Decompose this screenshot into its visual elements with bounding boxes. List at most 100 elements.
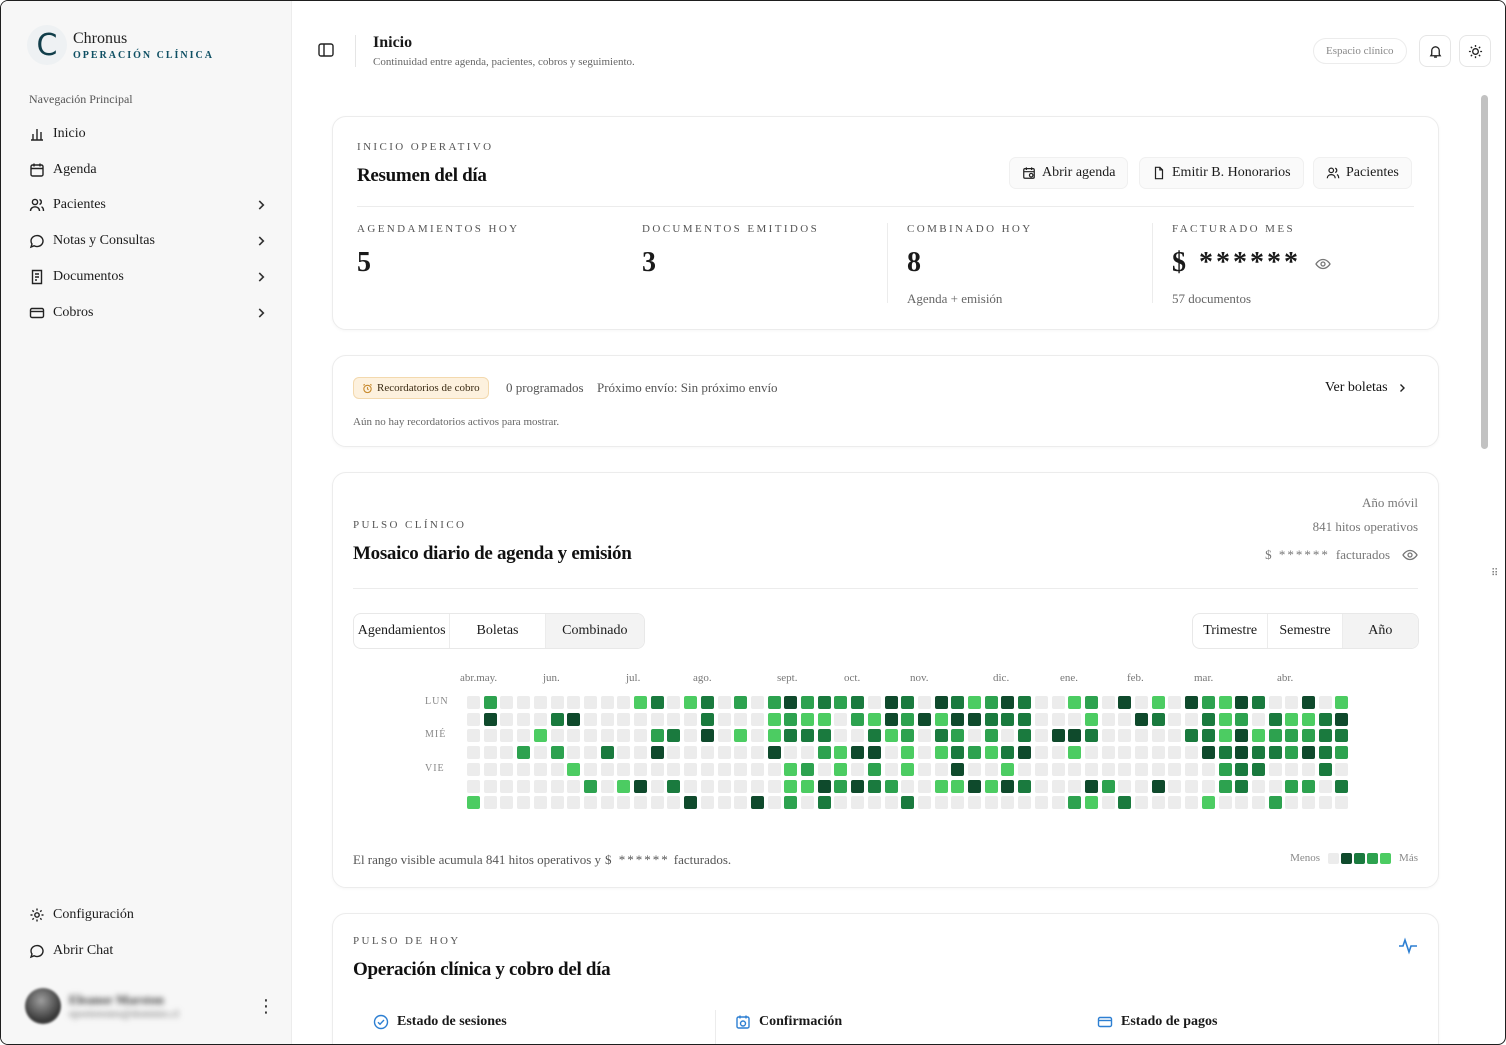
- heatmap-cell[interactable]: [1001, 712, 1015, 726]
- heatmap-cell[interactable]: [1034, 712, 1048, 726]
- workspace-button[interactable]: Espacio clínico: [1313, 38, 1407, 64]
- heatmap-cell[interactable]: [1285, 796, 1299, 810]
- heatmap-cell[interactable]: [1235, 779, 1249, 793]
- heatmap-cell[interactable]: [851, 746, 865, 760]
- heatmap-cell[interactable]: [550, 746, 564, 760]
- heatmap-cell[interactable]: [1235, 762, 1249, 776]
- heatmap-cell[interactable]: [1001, 779, 1015, 793]
- sidebar-item-documentos[interactable]: Documentos: [21, 259, 276, 295]
- heatmap-cell[interactable]: [1101, 729, 1115, 743]
- heatmap-cell[interactable]: [951, 746, 965, 760]
- heatmap-cell[interactable]: [517, 746, 531, 760]
- heatmap-cell[interactable]: [1001, 729, 1015, 743]
- heatmap-cell[interactable]: [1185, 696, 1199, 709]
- heatmap-cell[interactable]: [1118, 712, 1132, 726]
- heatmap-cell[interactable]: [567, 779, 581, 793]
- heatmap-cell[interactable]: [1235, 746, 1249, 760]
- heatmap-cell[interactable]: [784, 729, 798, 743]
- heatmap-cell[interactable]: [533, 762, 547, 776]
- heatmap-cell[interactable]: [467, 712, 480, 726]
- patients-button[interactable]: Pacientes: [1313, 157, 1412, 189]
- heatmap-cell[interactable]: [600, 762, 614, 776]
- heatmap-cell[interactable]: [1051, 779, 1065, 793]
- heatmap-cell[interactable]: [1135, 796, 1148, 810]
- heatmap-cell[interactable]: [884, 729, 898, 743]
- heatmap-cell[interactable]: [700, 796, 714, 810]
- heatmap-cell[interactable]: [1251, 712, 1265, 726]
- heatmap-cell[interactable]: [901, 712, 915, 726]
- heatmap-cell[interactable]: [1068, 746, 1082, 760]
- heatmap-cell[interactable]: [667, 779, 681, 793]
- heatmap-cell[interactable]: [684, 779, 698, 793]
- heatmap-cell[interactable]: [567, 712, 581, 726]
- heatmap-cell[interactable]: [917, 746, 931, 760]
- heatmap-cell[interactable]: [600, 746, 614, 760]
- heatmap-cell[interactable]: [650, 712, 664, 726]
- heatmap-cell[interactable]: [1185, 712, 1199, 726]
- heatmap-cell[interactable]: [1051, 796, 1065, 810]
- heatmap-cell[interactable]: [567, 696, 581, 709]
- sidebar-bottom-item-abrir-chat[interactable]: Abrir Chat: [21, 933, 276, 969]
- heatmap-cell[interactable]: [1151, 779, 1165, 793]
- heatmap-cell[interactable]: [1034, 746, 1048, 760]
- heatmap-cell[interactable]: [1034, 696, 1048, 709]
- heatmap-cell[interactable]: [784, 762, 798, 776]
- heatmap-cell[interactable]: [917, 796, 931, 810]
- heatmap-cell[interactable]: [717, 796, 731, 810]
- heatmap-cell[interactable]: [483, 696, 497, 709]
- heatmap-cell[interactable]: [667, 762, 681, 776]
- heatmap-cell[interactable]: [1101, 796, 1115, 810]
- heatmap-cell[interactable]: [533, 712, 547, 726]
- heatmap-cell[interactable]: [1218, 729, 1232, 743]
- heatmap-cell[interactable]: [1051, 712, 1065, 726]
- heatmap-cell[interactable]: [767, 746, 781, 760]
- heatmap-cell[interactable]: [851, 696, 865, 709]
- heatmap-cell[interactable]: [817, 779, 831, 793]
- heatmap-cell[interactable]: [617, 746, 631, 760]
- heatmap-cell[interactable]: [617, 779, 631, 793]
- heatmap-cell[interactable]: [1268, 796, 1282, 810]
- heatmap-cell[interactable]: [1101, 746, 1115, 760]
- heatmap-cell[interactable]: [1151, 796, 1165, 810]
- heatmap-cell[interactable]: [968, 779, 981, 793]
- heatmap-cell[interactable]: [1051, 696, 1065, 709]
- heatmap-cell[interactable]: [968, 729, 981, 743]
- heatmap-cell[interactable]: [750, 762, 764, 776]
- heatmap-cell[interactable]: [500, 746, 514, 760]
- heatmap-cell[interactable]: [483, 779, 497, 793]
- heatmap-cell[interactable]: [1118, 779, 1132, 793]
- heatmap-cell[interactable]: [1068, 729, 1082, 743]
- heatmap-cell[interactable]: [901, 729, 915, 743]
- heatmap-cell[interactable]: [1318, 746, 1332, 760]
- heatmap-cell[interactable]: [1084, 762, 1098, 776]
- heatmap-cell[interactable]: [600, 712, 614, 726]
- heatmap-cell[interactable]: [467, 796, 480, 810]
- heatmap-cell[interactable]: [934, 762, 948, 776]
- heatmap-cell[interactable]: [517, 712, 531, 726]
- heatmap-cell[interactable]: [1084, 796, 1098, 810]
- heatmap-cell[interactable]: [550, 796, 564, 810]
- heatmap-cell[interactable]: [1168, 746, 1182, 760]
- heatmap-cell[interactable]: [1101, 762, 1115, 776]
- heatmap-cell[interactable]: [817, 712, 831, 726]
- heatmap-cell[interactable]: [834, 779, 848, 793]
- heatmap-cell[interactable]: [1135, 779, 1148, 793]
- heatmap-cell[interactable]: [700, 729, 714, 743]
- heatmap-cell[interactable]: [934, 779, 948, 793]
- heatmap-cell[interactable]: [483, 729, 497, 743]
- heatmap-cell[interactable]: [817, 762, 831, 776]
- heatmap-cell[interactable]: [700, 779, 714, 793]
- heatmap-cell[interactable]: [851, 729, 865, 743]
- heatmap-cell[interactable]: [1068, 712, 1082, 726]
- heatmap-cell[interactable]: [517, 729, 531, 743]
- heatmap-cell[interactable]: [851, 712, 865, 726]
- heatmap-cell[interactable]: [600, 779, 614, 793]
- heatmap-cell[interactable]: [517, 762, 531, 776]
- heatmap-cell[interactable]: [1168, 696, 1182, 709]
- heatmap-cell[interactable]: [1335, 746, 1349, 760]
- heatmap-cell[interactable]: [1135, 746, 1148, 760]
- heatmap-cell[interactable]: [1135, 696, 1148, 709]
- heatmap-cell[interactable]: [1151, 762, 1165, 776]
- heatmap-cell[interactable]: [1302, 779, 1315, 793]
- heatmap-cell[interactable]: [1168, 712, 1182, 726]
